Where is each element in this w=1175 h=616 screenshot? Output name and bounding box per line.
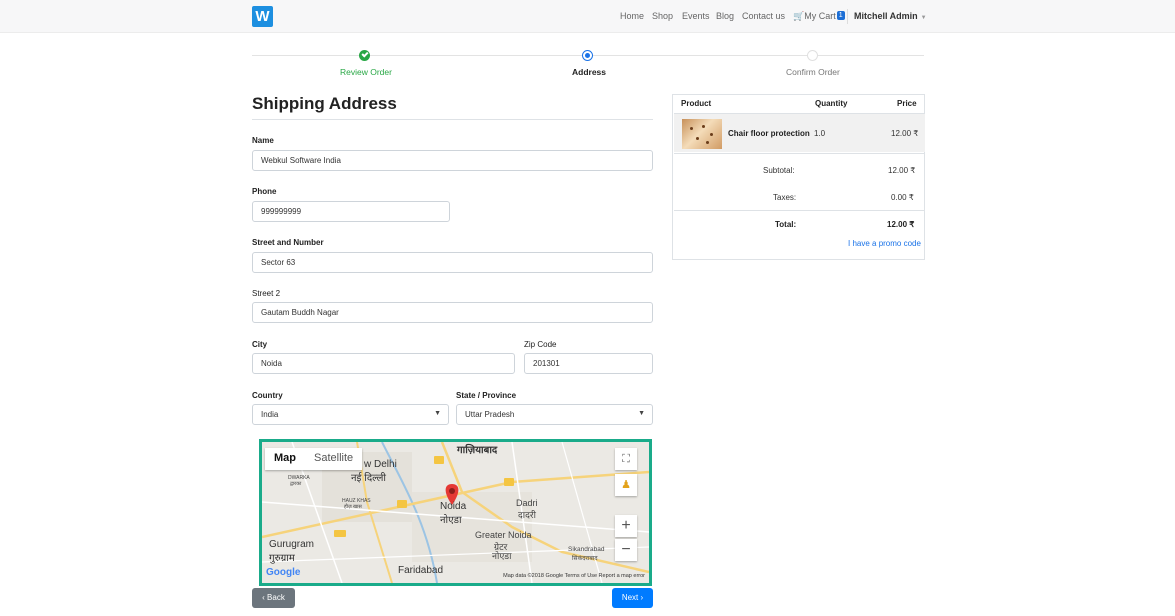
- state-value: Uttar Pradesh: [465, 410, 515, 419]
- map-label-noida: Noida: [440, 501, 467, 512]
- nav-divider: [847, 9, 848, 24]
- user-name: Mitchell Admin: [854, 11, 918, 21]
- map-label-sikandrabad-hi: सिकंदराबाद: [572, 556, 598, 562]
- map-label-sikandrabad: Sikandrabad: [568, 546, 605, 553]
- map-label-greater-noida-hi2: नोएडा: [492, 551, 512, 561]
- title-divider: [252, 119, 653, 120]
- dropdown-arrow-icon: ▼: [434, 410, 441, 417]
- map-label-greater-noida: Greater Noida: [475, 530, 532, 540]
- nav-events[interactable]: Events: [682, 11, 710, 21]
- map-type-satellite[interactable]: Satellite: [305, 448, 362, 470]
- product-price: 12.00 ₹: [891, 129, 919, 138]
- map-label-noida-hi: नोएडा: [440, 515, 462, 526]
- map-label-gurugram: Gurugram: [269, 539, 315, 550]
- nav-contact-us[interactable]: Contact us: [742, 11, 785, 21]
- back-button[interactable]: ‹ Back: [252, 588, 295, 608]
- product-name[interactable]: Chair floor protection: [728, 129, 810, 138]
- subtotal-label: Subtotal:: [763, 166, 795, 175]
- step-review-order-icon[interactable]: [359, 50, 370, 61]
- cart-icon: 🛒: [793, 11, 805, 21]
- step-confirm-order: Confirm Order: [786, 67, 840, 77]
- promo-code-link[interactable]: I have a promo code: [848, 239, 921, 248]
- map-attribution[interactable]: Map data ©2018 Google Terms of Use Repor…: [503, 573, 645, 579]
- map-type-control: Map Satellite: [265, 448, 363, 470]
- step-address-icon: [582, 50, 593, 61]
- street-label: Street and Number: [252, 238, 324, 247]
- zip-label: Zip Code: [524, 340, 557, 349]
- chevron-down-icon: ▼: [920, 15, 927, 21]
- top-navbar: W Home Shop Events Blog Contact us 🛒My C…: [0, 0, 1175, 33]
- col-product: Product: [681, 99, 712, 108]
- phone-label: Phone: [252, 187, 277, 196]
- nav-home[interactable]: Home: [620, 11, 644, 21]
- street2-input[interactable]: Gautam Buddh Nagar: [252, 302, 653, 323]
- map-label-gurugram-hi: गुरुग्राम: [269, 553, 295, 564]
- map-type-map[interactable]: Map: [265, 448, 305, 470]
- map-label-new-delhi-hi: नई दिल्ली: [351, 473, 387, 484]
- country-value: India: [261, 410, 279, 419]
- map-label-dadri: Dadri: [516, 498, 538, 508]
- step-review-order[interactable]: Review Order: [340, 67, 392, 77]
- total-label: Total:: [775, 220, 797, 229]
- divider: [674, 210, 925, 211]
- step-address: Address: [572, 67, 607, 77]
- map-label-new-delhi: w Delhi: [364, 459, 397, 470]
- step-confirm-order-icon: [807, 50, 818, 61]
- zoom-in-icon[interactable]: +: [615, 515, 637, 537]
- nav-blog[interactable]: Blog: [716, 11, 734, 21]
- product-quantity: 1.0: [814, 129, 826, 138]
- country-label: Country: [252, 391, 283, 400]
- name-input[interactable]: Webkul Software India: [252, 150, 653, 171]
- total-value: 12.00 ₹: [887, 220, 915, 229]
- nav-shop[interactable]: Shop: [652, 11, 673, 21]
- map-label-faridabad: Faridabad: [398, 565, 444, 576]
- taxes-label: Taxes:: [773, 193, 797, 202]
- street-input[interactable]: Sector 63: [252, 252, 653, 273]
- logo[interactable]: W: [252, 6, 273, 27]
- country-select[interactable]: India ▼: [252, 404, 449, 425]
- taxes-value: 0.00 ₹: [891, 193, 914, 202]
- fullscreen-icon[interactable]: ⛶: [615, 448, 637, 470]
- zip-input[interactable]: 201301: [524, 353, 653, 374]
- dropdown-arrow-icon: ▼: [638, 410, 645, 417]
- order-summary: Product Quantity Price Chair floor prote…: [672, 94, 925, 260]
- col-price: Price: [897, 99, 917, 108]
- state-label: State / Province: [456, 391, 517, 400]
- state-select[interactable]: Uttar Pradesh ▼: [456, 404, 653, 425]
- next-button[interactable]: Next ›: [612, 588, 653, 608]
- address-map[interactable]: Map Satellite ⛶ ♟ + − गाज़ियाबाद w Delhi…: [259, 439, 652, 586]
- map-label-dadri-hi: दादरी: [518, 510, 536, 520]
- nav-my-cart[interactable]: 🛒My Cart 1: [793, 11, 845, 22]
- pegman-icon[interactable]: ♟: [615, 474, 637, 496]
- phone-input[interactable]: 999999999: [252, 201, 450, 222]
- subtotal-value: 12.00 ₹: [888, 166, 916, 175]
- divider: [674, 153, 925, 154]
- page-title: Shipping Address: [252, 94, 397, 113]
- cart-label: My Cart: [804, 11, 836, 21]
- map-label-ghaziabad: गाज़ियाबाद: [457, 445, 498, 456]
- cart-count-badge: 1: [836, 11, 845, 20]
- map-label-hauz-khas-hi: हौज़ खास: [344, 504, 362, 510]
- zoom-out-icon[interactable]: −: [615, 539, 637, 561]
- city-input[interactable]: Noida: [252, 353, 515, 374]
- city-label: City: [252, 340, 268, 349]
- name-label: Name: [252, 136, 274, 145]
- street2-label: Street 2: [252, 289, 281, 298]
- table-row: Chair floor protection 1.0 12.00 ₹: [674, 113, 925, 152]
- user-menu[interactable]: Mitchell Admin ▼: [854, 11, 927, 21]
- product-image[interactable]: [682, 119, 722, 149]
- google-logo: Google: [266, 567, 301, 578]
- col-quantity: Quantity: [815, 99, 848, 108]
- map-label-dwarka-hi: द्वारका: [290, 481, 302, 487]
